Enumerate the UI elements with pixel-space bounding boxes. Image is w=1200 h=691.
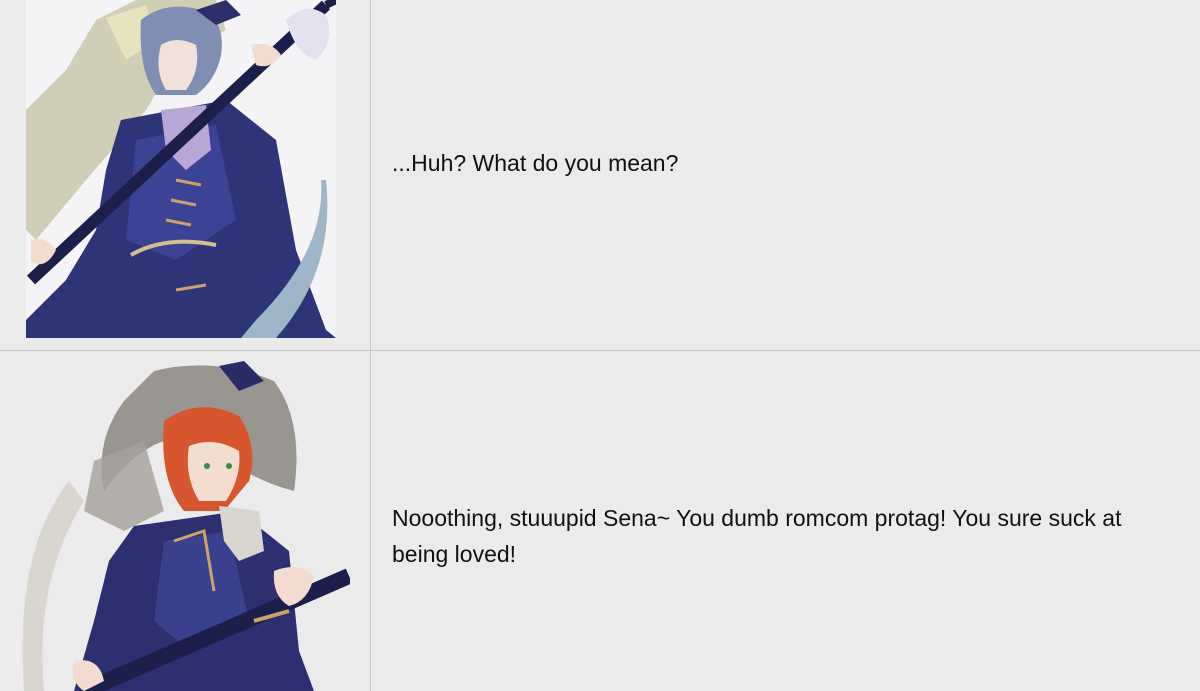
portrait-cell (0, 0, 370, 350)
dialogue-text: ...Huh? What do you mean? (392, 150, 679, 176)
dialogue-row: Nooothing, stuuupid Sena~ You dumb romco… (0, 351, 1200, 691)
orange-haired-character-portrait (14, 361, 350, 691)
blue-haired-character-portrait (26, 0, 336, 338)
portrait-cell (0, 351, 370, 691)
dialogue-table: ...Huh? What do you mean? Nooothing, stu… (0, 0, 1200, 691)
dialogue-row: ...Huh? What do you mean? (0, 0, 1200, 350)
column-divider (370, 0, 371, 691)
dialogue-text: Nooothing, stuuupid Sena~ You dumb romco… (392, 505, 1122, 567)
